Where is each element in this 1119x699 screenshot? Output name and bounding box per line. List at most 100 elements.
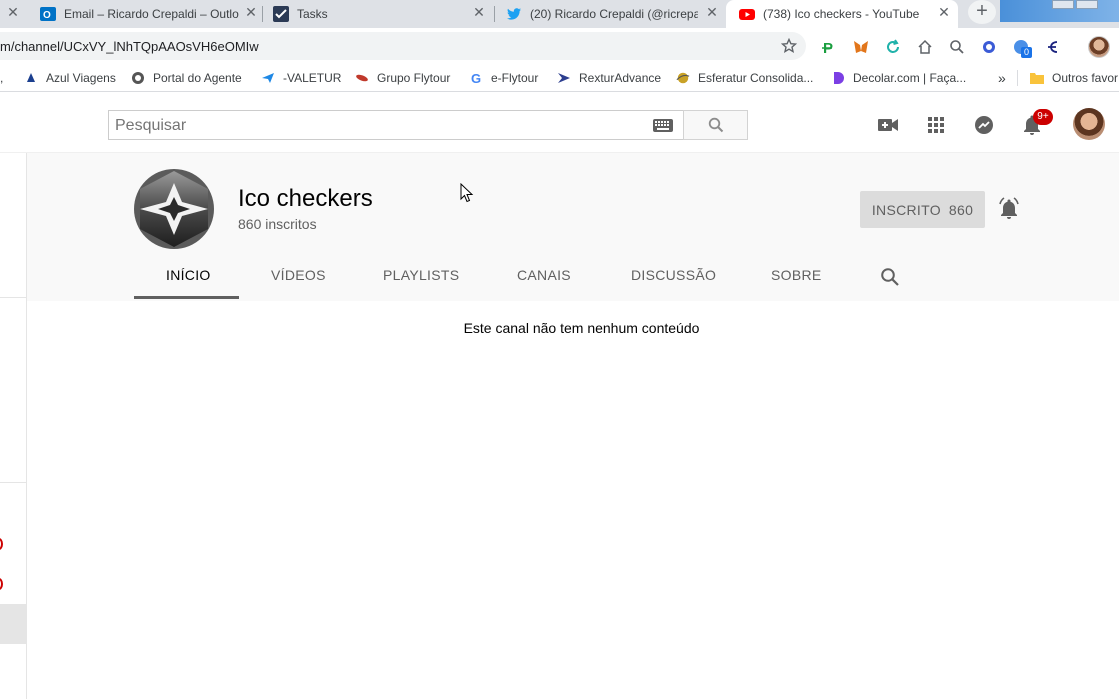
empty-channel-message: Este canal não tem nenhum conteúdo — [463, 320, 700, 336]
tab-title: (738) Ico checkers - YouTube — [763, 7, 920, 21]
tasks-icon — [273, 6, 289, 22]
extension-badge: 0 — [1021, 47, 1032, 58]
star-icon[interactable] — [781, 38, 797, 54]
channel-name: Ico checkers — [238, 185, 373, 212]
browser-tab-strip: ✕ O Email – Ricardo Crepaldi – Outlo ✕ T… — [0, 0, 1119, 28]
browser-profile-avatar[interactable] — [1088, 36, 1110, 58]
tab-tasks[interactable]: Tasks — [273, 0, 463, 28]
address-bar[interactable]: m/channel/UCxVY_lNhTQpAAOsVH6eOMIw — [0, 32, 806, 60]
metamask-icon[interactable] — [852, 38, 870, 56]
channel-search-icon[interactable] — [880, 267, 900, 287]
notification-badge: 9+ — [1033, 109, 1053, 125]
tab-videos[interactable]: VÍDEOS — [271, 267, 326, 283]
tab-title: Tasks — [297, 7, 328, 21]
extension-blue-icon[interactable] — [980, 38, 998, 56]
bookmark-label: RexturAdvance — [579, 71, 662, 85]
bookmark-rextur[interactable]: RexturAdvance — [557, 70, 661, 86]
tab-inicio[interactable]: INÍCIO — [166, 267, 211, 283]
bookmark-label: Portal do Agente — [153, 71, 242, 85]
live-indicator-icon — [0, 578, 3, 590]
extension-p-icon[interactable]: P — [820, 38, 838, 56]
subscribed-count: 860 — [948, 201, 974, 218]
bookmark-eflytour[interactable]: G e-Flytour — [469, 70, 538, 86]
decolar-icon — [831, 71, 845, 85]
subscribed-label: INSCRITO — [871, 201, 941, 218]
tab-close-button[interactable]: ✕ — [705, 5, 719, 19]
tab-close-button[interactable]: ✕ — [6, 5, 20, 19]
tab-title: (20) Ricardo Crepaldi (@ricrepal — [530, 7, 698, 21]
valetur-icon — [261, 71, 275, 85]
youtube-header: 9+ — [0, 96, 1119, 153]
bookmark-decolar[interactable]: Decolar.com | Faça... — [831, 70, 966, 86]
channel-logo-icon — [140, 171, 208, 247]
messages-icon[interactable] — [972, 113, 996, 137]
outlook-icon: O — [40, 7, 56, 21]
subscriber-count: 860 inscritos — [238, 216, 317, 232]
bookmark-label: Azul Viagens — [46, 71, 116, 85]
new-tab-button[interactable]: + — [968, 0, 996, 24]
bookmark-portal[interactable]: Portal do Agente — [131, 70, 242, 86]
youtube-icon — [739, 9, 755, 20]
flytour-icon — [355, 71, 369, 85]
bookmark-label: Decolar.com | Faça... — [853, 71, 967, 85]
apps-grid-icon[interactable] — [924, 113, 948, 137]
search-icon — [708, 117, 724, 133]
sidebar-item-selected[interactable] — [0, 604, 27, 644]
azul-icon — [24, 71, 38, 85]
tab-playlists[interactable]: PLAYLISTS — [383, 267, 459, 283]
tab-discussao[interactable]: DISCUSSÃO — [631, 267, 716, 283]
google-icon: G — [470, 70, 482, 86]
bookmark-label: Esferatur Consolida... — [698, 71, 814, 85]
sidebar-divider — [0, 297, 27, 298]
user-avatar[interactable] — [1073, 108, 1105, 140]
url-text: m/channel/UCxVY_lNhTQpAAOsVH6eOMIw — [0, 39, 259, 54]
active-tab-indicator — [134, 296, 239, 299]
bookmark-label: -VALETUR — [283, 71, 342, 85]
bookmark-label: Outros favor — [1052, 71, 1119, 85]
bookmark-label: e-Flytour — [491, 71, 539, 85]
tab-youtube[interactable]: (738) Ico checkers - YouTube — [726, 0, 958, 28]
subscribed-button[interactable]: INSCRITO 860 — [860, 191, 985, 228]
bookmarks-bar: , Azul Viagens Portal do Agente -VALETUR… — [0, 64, 1119, 92]
home-icon[interactable] — [916, 38, 934, 56]
mouse-cursor-icon — [460, 183, 474, 203]
bookmark-separator — [1017, 70, 1018, 86]
channel-avatar — [134, 169, 214, 249]
search-box[interactable] — [108, 110, 684, 140]
notification-bell-icon[interactable] — [997, 197, 1021, 221]
tab-sobre[interactable]: SOBRE — [771, 267, 822, 283]
bookmarks-overflow-button[interactable]: » — [998, 70, 1006, 86]
search-extension-icon[interactable] — [948, 38, 966, 56]
extension-badge-icon[interactable]: 0 — [1012, 38, 1032, 58]
tab-separator — [262, 6, 263, 22]
minimize-icon[interactable] — [1052, 0, 1074, 9]
live-indicator-icon — [0, 538, 3, 550]
sidebar-divider — [0, 482, 27, 483]
esferatur-icon — [676, 71, 690, 85]
keyboard-icon[interactable] — [653, 119, 673, 132]
portal-icon — [131, 71, 145, 85]
tab-close-button[interactable]: ✕ — [244, 5, 258, 19]
tab-canais[interactable]: CANAIS — [517, 267, 571, 283]
search-button[interactable] — [683, 110, 748, 140]
extension-e-icon[interactable] — [1044, 38, 1062, 56]
tab-separator — [494, 6, 495, 22]
bookmark-valetur[interactable]: -VALETUR — [261, 70, 341, 86]
bookmark-fragment[interactable]: , — [0, 70, 3, 86]
search-input[interactable] — [115, 117, 635, 135]
bookmark-flytour[interactable]: Grupo Flytour — [355, 70, 450, 86]
other-bookmarks-folder[interactable]: Outros favor — [1030, 70, 1118, 86]
twitter-icon — [507, 8, 521, 20]
bookmark-label: Grupo Flytour — [377, 71, 451, 85]
tab-close-button[interactable]: ✕ — [472, 5, 486, 19]
refresh-extension-icon[interactable] — [884, 38, 902, 56]
bookmark-esferatur[interactable]: Esferatur Consolida... — [676, 70, 813, 86]
left-sidebar — [0, 153, 27, 699]
channel-tabs: INÍCIO VÍDEOS PLAYLISTS CANAIS DISCUSSÃO… — [27, 255, 1119, 301]
restore-icon[interactable] — [1076, 0, 1098, 9]
create-video-icon[interactable] — [876, 113, 900, 137]
bookmark-azul[interactable]: Azul Viagens — [24, 70, 116, 86]
tab-outlook[interactable]: O Email – Ricardo Crepaldi – Outlo — [40, 0, 250, 28]
tab-close-button[interactable]: ✕ — [937, 5, 951, 19]
tab-twitter[interactable]: (20) Ricardo Crepaldi (@ricrepal — [506, 0, 698, 28]
